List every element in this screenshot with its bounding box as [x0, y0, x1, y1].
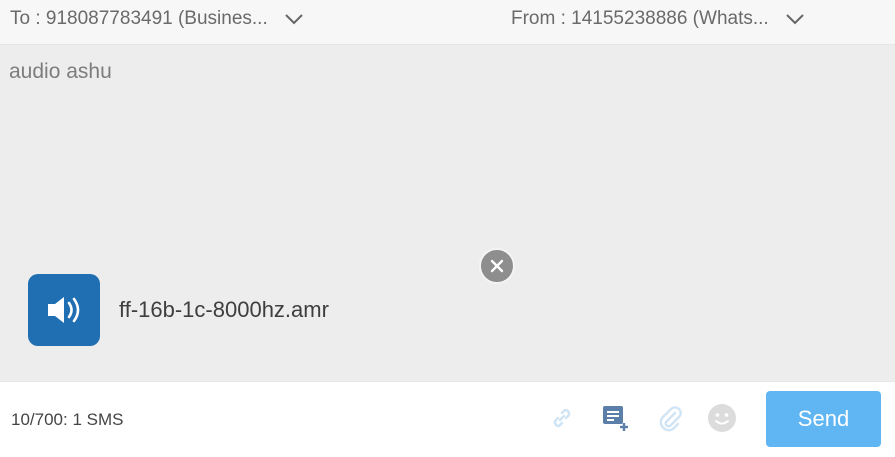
- send-button[interactable]: Send: [766, 391, 881, 447]
- attachment-item[interactable]: ff-16b-1c-8000hz.amr: [28, 274, 329, 346]
- compose-footer: 10/700: 1 SMS Send: [0, 381, 895, 457]
- audio-file-icon: [28, 274, 100, 346]
- attachment-icon[interactable]: [654, 402, 686, 434]
- link-icon[interactable]: [546, 402, 578, 434]
- emoji-icon[interactable]: [706, 402, 738, 434]
- template-icon[interactable]: [600, 402, 632, 434]
- attachment-file-name: ff-16b-1c-8000hz.amr: [119, 297, 329, 322]
- from-sender-label: From : 14155238886 (Whats...: [511, 8, 769, 29]
- message-compose-area[interactable]: audio ashu ff-16b-1c-8000hz.amr: [0, 44, 895, 381]
- to-recipient-label: To : 918087783491 (Busines...: [10, 8, 268, 29]
- remove-attachment-button[interactable]: [479, 248, 515, 284]
- message-header: To : 918087783491 (Busines... From : 141…: [0, 0, 895, 44]
- close-icon: [490, 259, 504, 273]
- chevron-down-icon[interactable]: [284, 12, 304, 26]
- sms-counter: 10/700: 1 SMS: [11, 410, 124, 429]
- to-recipient-dropdown[interactable]: To : 918087783491 (Busines...: [10, 8, 304, 30]
- from-sender-dropdown[interactable]: From : 14155238886 (Whats...: [511, 8, 805, 30]
- message-text[interactable]: audio ashu: [9, 60, 112, 84]
- chevron-down-icon[interactable]: [785, 12, 805, 26]
